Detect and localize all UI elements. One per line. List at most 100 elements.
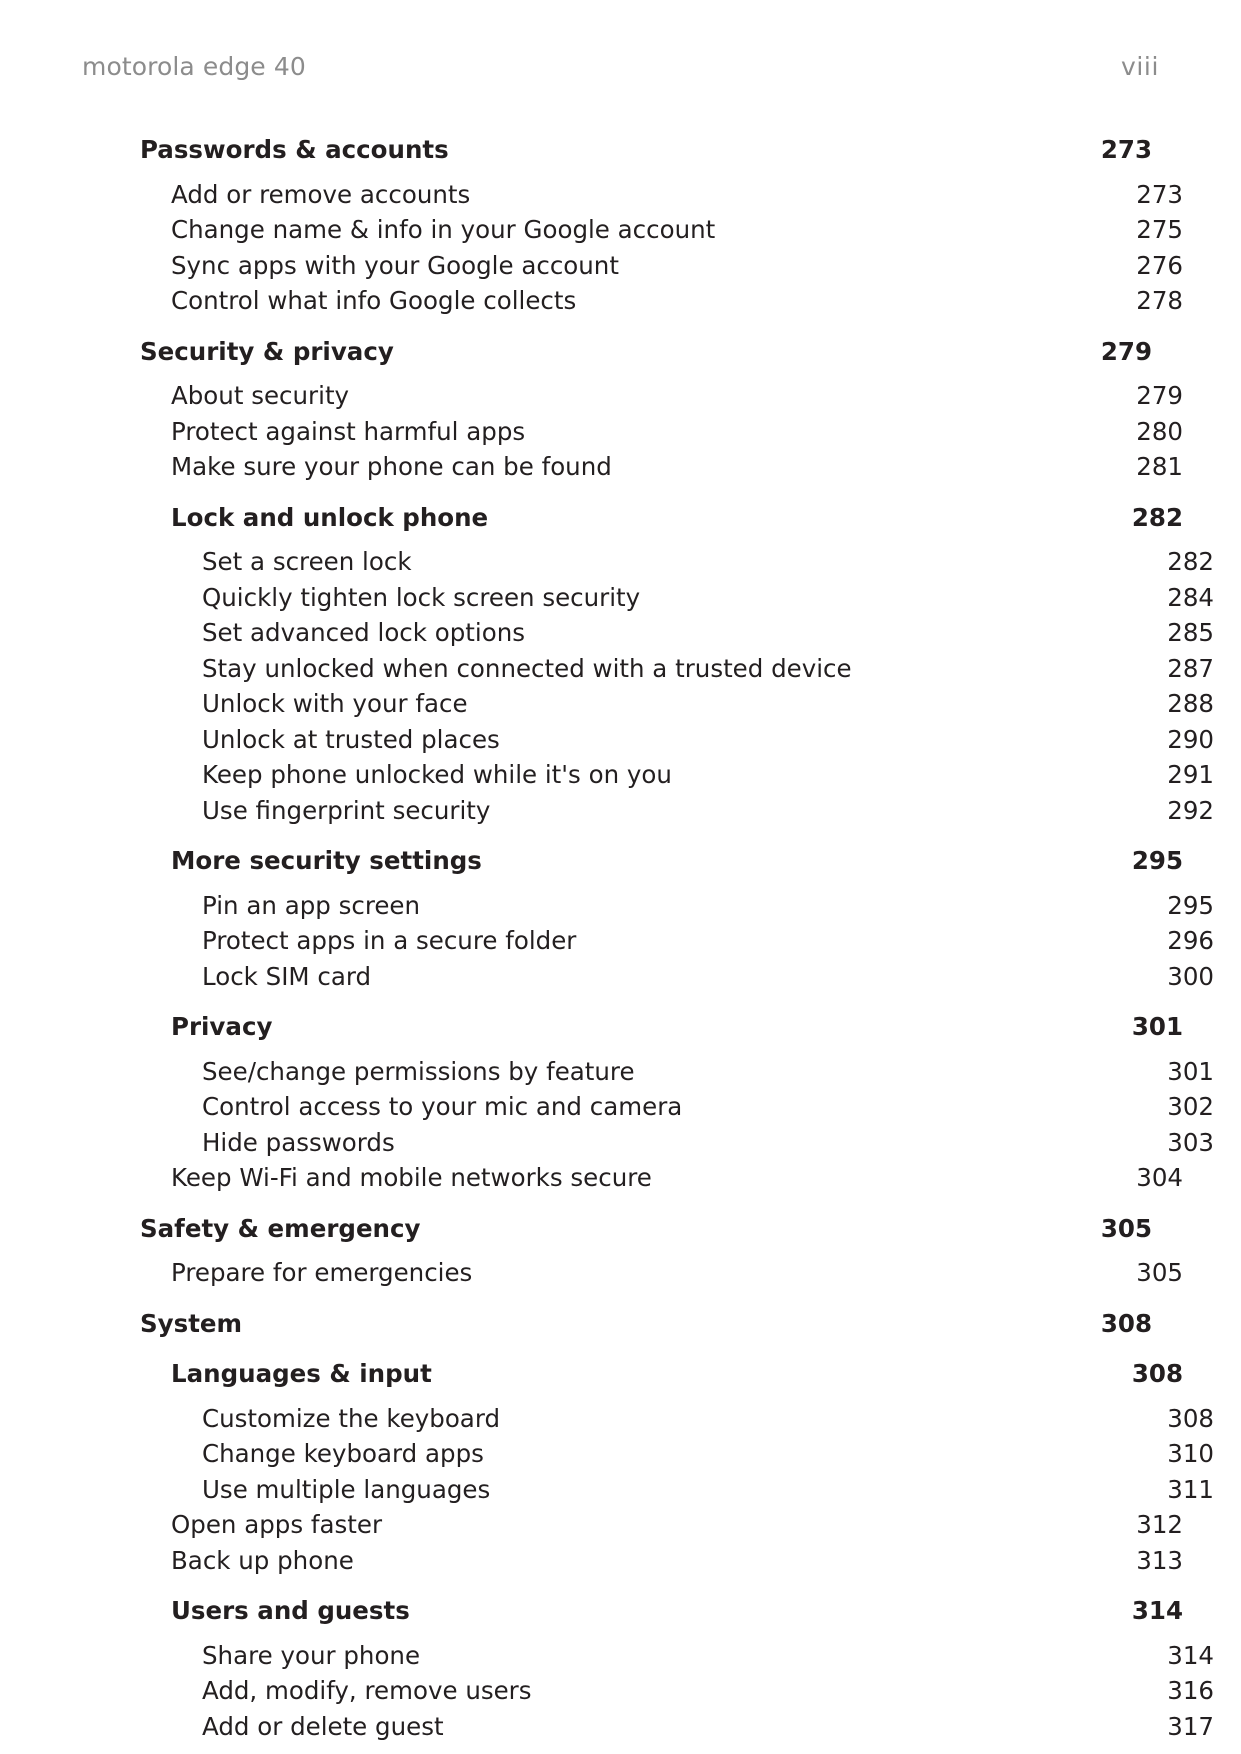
toc-entry-label: Protect against harmful apps xyxy=(171,416,526,446)
toc-entry-label: About security xyxy=(171,381,350,410)
toc-entry-label: Control access to your mic and camera xyxy=(202,1092,683,1121)
toc-entry-row[interactable]: Make sure your phone can be found 281 xyxy=(140,452,1183,481)
toc-entry-page-number: 305 xyxy=(1136,1258,1183,1287)
toc-entry-label: Privacy xyxy=(171,1012,273,1041)
toc-entry-row[interactable]: Hide passwords 303 xyxy=(140,1127,1214,1157)
toc-entry-row[interactable]: Set a screen lock 282 xyxy=(140,547,1214,576)
toc-entry-page-number: 281 xyxy=(1136,452,1183,481)
toc-entry-label: Share your phone xyxy=(202,1640,421,1670)
toc-entry-row[interactable]: Keep phone unlocked while it's on you 291 xyxy=(140,760,1214,789)
toc-entry-page-number: 308 xyxy=(1100,1308,1152,1338)
toc-entry-page-number: 308 xyxy=(1131,1359,1183,1388)
toc-entry-label: Passwords & accounts xyxy=(140,135,449,164)
toc-entry-label: Pin an app screen xyxy=(202,890,421,920)
toc-entry-label: Use fingerprint security xyxy=(202,795,491,825)
toc-entry-row[interactable]: Prepare for emergencies 305 xyxy=(140,1258,1183,1287)
toc-entry-page-number: 276 xyxy=(1136,250,1183,280)
toc-section-row[interactable]: Languages & input 308 xyxy=(140,1359,1183,1388)
toc-entry-label: Quickly tighten lock screen security xyxy=(202,582,641,612)
toc-entry-row[interactable]: Add or remove accounts 273 xyxy=(140,179,1183,209)
toc-section-row[interactable]: Passwords & accounts 273 xyxy=(140,135,1152,164)
toc-entry-page-number: 280 xyxy=(1136,416,1183,446)
toc-entry-row[interactable]: Stay unlocked when connected with a trus… xyxy=(140,653,1214,683)
toc-entry-row[interactable]: Unlock at trusted places 290 xyxy=(140,724,1214,754)
toc-entry-label: Unlock with your face xyxy=(202,689,468,718)
toc-entry-row[interactable]: Unlock with your face 288 xyxy=(140,689,1214,718)
toc-entry-page-number: 313 xyxy=(1136,1545,1183,1575)
toc-entry-row[interactable]: Control what info Google collects 278 xyxy=(140,286,1183,315)
toc-entry-page-number: 314 xyxy=(1131,1596,1183,1625)
toc-entry-label: Back up phone xyxy=(171,1545,354,1575)
toc-entry-page-number: 278 xyxy=(1136,286,1183,315)
toc-entry-page-number: 304 xyxy=(1136,1163,1183,1192)
toc-entry-label: Unlock at trusted places xyxy=(202,724,500,754)
page-folio: viii xyxy=(1120,52,1159,81)
toc-entry-page-number: 295 xyxy=(1167,890,1214,920)
toc-entry-page-number: 305 xyxy=(1100,1213,1152,1243)
toc-entry-page-number: 303 xyxy=(1167,1127,1214,1157)
toc-entry-label: Security & privacy xyxy=(140,336,394,366)
toc-entry-label: Add or remove accounts xyxy=(171,179,471,209)
toc-entry-page-number: 308 xyxy=(1167,1403,1214,1433)
toc-entry-row[interactable]: Pin an app screen 295 xyxy=(140,890,1214,920)
toc-entry-row[interactable]: Use multiple languages 311 xyxy=(140,1474,1214,1504)
toc-entry-page-number: 314 xyxy=(1167,1640,1214,1670)
toc-entry-row[interactable]: Use fingerprint security 292 xyxy=(140,795,1214,825)
toc-entry-page-number: 296 xyxy=(1167,926,1214,955)
toc-entry-page-number: 282 xyxy=(1167,547,1214,576)
toc-section-row[interactable]: Privacy 301 xyxy=(140,1012,1183,1041)
toc-entry-label: Keep phone unlocked while it's on you xyxy=(202,760,672,789)
toc-entry-label: Customize the keyboard xyxy=(202,1403,501,1433)
toc-section-row[interactable]: Safety & emergency 305 xyxy=(140,1213,1152,1243)
toc-entry-row[interactable]: Sync apps with your Google account 276 xyxy=(140,250,1183,280)
toc-entry-row[interactable]: About security 279 xyxy=(140,381,1183,410)
toc-entry-row[interactable]: Add, modify, remove users 316 xyxy=(140,1678,1214,1704)
toc-entry-label: Sync apps with your Google account xyxy=(171,250,619,280)
toc-entry-row[interactable]: Add or delete guest 317 xyxy=(140,1711,1214,1741)
toc-entry-page-number: 279 xyxy=(1136,381,1183,410)
toc-entry-row[interactable]: Customize the keyboard 308 xyxy=(140,1403,1214,1433)
toc-entry-page-number: 273 xyxy=(1100,135,1152,164)
toc-entry-row[interactable]: Set advanced lock options 285 xyxy=(140,620,1214,646)
toc-entry-row[interactable]: Back up phone 313 xyxy=(140,1545,1183,1575)
toc-entry-page-number: 311 xyxy=(1167,1474,1214,1504)
toc-entry-page-number: 275 xyxy=(1136,215,1183,244)
toc-entry-page-number: 288 xyxy=(1167,689,1214,718)
toc-entry-row[interactable]: Lock SIM card 300 xyxy=(140,961,1214,991)
toc-entry-label: Stay unlocked when connected with a trus… xyxy=(202,653,852,683)
toc-entry-label: System xyxy=(140,1308,243,1338)
toc-entry-page-number: 310 xyxy=(1167,1439,1214,1468)
toc-entry-label: Prepare for emergencies xyxy=(171,1258,473,1287)
toc-entry-page-number: 312 xyxy=(1136,1510,1183,1539)
toc-entry-label: Safety & emergency xyxy=(140,1213,421,1243)
toc-entry-row[interactable]: Open apps faster 312 xyxy=(140,1510,1183,1539)
toc-entry-row[interactable]: Change name & info in your Google accoun… xyxy=(140,215,1183,244)
toc-entry-row[interactable]: Protect apps in a secure folder 296 xyxy=(140,926,1214,955)
toc-section-row[interactable]: More security settings 295 xyxy=(140,846,1183,875)
toc-entry-label: Languages & input xyxy=(171,1359,432,1388)
toc-section-row[interactable]: Users and guests 314 xyxy=(140,1596,1183,1625)
toc-entry-row[interactable]: Share your phone 314 xyxy=(140,1640,1214,1670)
toc-entry-row[interactable]: Protect against harmful apps 280 xyxy=(140,416,1183,446)
toc-entry-page-number: 279 xyxy=(1100,336,1152,366)
toc-entry-row[interactable]: Keep Wi-Fi and mobile networks secure 304 xyxy=(140,1163,1183,1192)
toc-entry-page-number: 295 xyxy=(1131,846,1183,875)
toc-entry-label: Lock and unlock phone xyxy=(171,502,489,532)
toc-entry-page-number: 300 xyxy=(1167,961,1214,991)
toc-entry-page-number: 282 xyxy=(1131,502,1183,532)
toc-entry-label: More security settings xyxy=(171,846,482,875)
toc-section-row[interactable]: System 308 xyxy=(140,1308,1152,1338)
toc-entry-label: See/change permissions by feature xyxy=(202,1056,635,1086)
toc-entry-page-number: 284 xyxy=(1167,582,1214,612)
toc-entry-label: Keep Wi-Fi and mobile networks secure xyxy=(171,1163,652,1192)
toc-entry-row[interactable]: Change keyboard apps 310 xyxy=(140,1439,1214,1468)
toc-entry-label: Hide passwords xyxy=(202,1127,395,1157)
toc-entry-row[interactable]: Quickly tighten lock screen security 284 xyxy=(140,582,1214,612)
toc-entry-row[interactable]: See/change permissions by feature 301 xyxy=(140,1056,1214,1086)
toc-entry-row[interactable]: Control access to your mic and camera 302 xyxy=(140,1092,1214,1121)
toc-entry-label: Protect apps in a secure folder xyxy=(202,926,577,955)
toc-entry-page-number: 301 xyxy=(1167,1056,1214,1086)
toc-section-row[interactable]: Lock and unlock phone 282 xyxy=(140,502,1183,532)
toc-section-row[interactable]: Security & privacy 279 xyxy=(140,336,1152,366)
toc-entry-page-number: 317 xyxy=(1167,1711,1214,1741)
